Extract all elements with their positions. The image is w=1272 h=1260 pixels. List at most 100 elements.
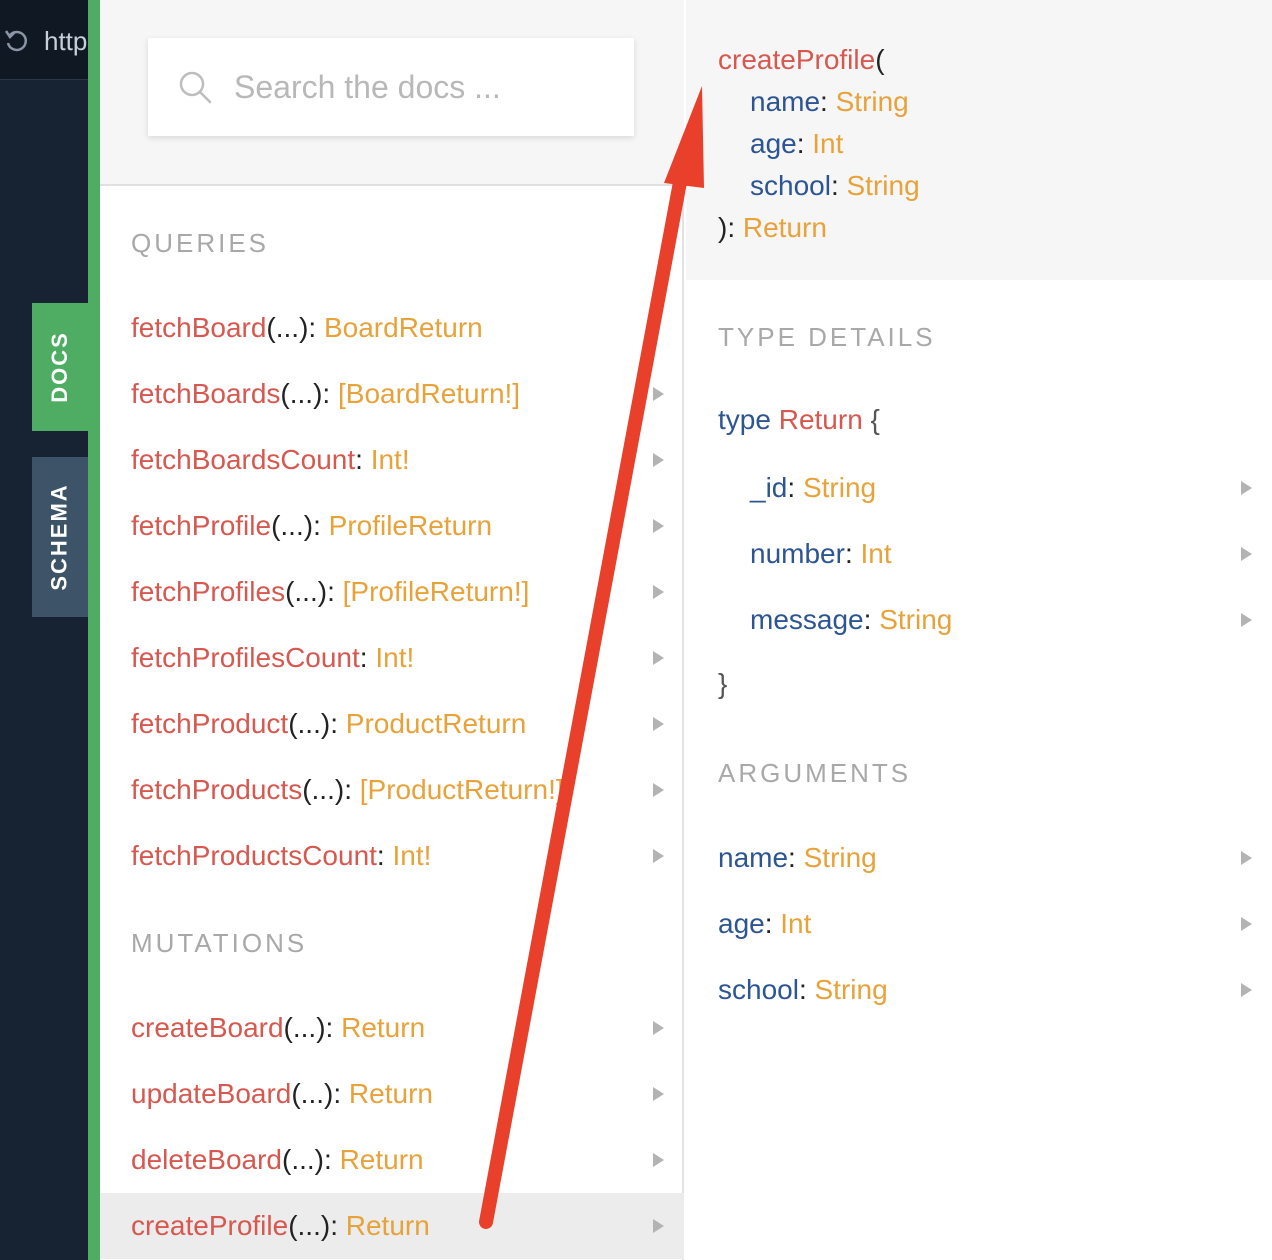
argument-row[interactable]: age: Int bbox=[686, 891, 1272, 957]
type-field-row[interactable]: message: String bbox=[686, 587, 1272, 653]
argument-type[interactable]: Int bbox=[780, 908, 811, 940]
field-name[interactable]: fetchProfiles bbox=[131, 576, 285, 608]
field-name[interactable]: updateBoard bbox=[131, 1078, 291, 1110]
field-separator: : bbox=[324, 1144, 340, 1175]
chevron-right-icon bbox=[1241, 547, 1252, 561]
mutation-row[interactable]: createProfile (...): Return bbox=[100, 1193, 684, 1259]
chevron-right-icon bbox=[653, 1153, 664, 1167]
field-separator: : bbox=[330, 708, 346, 739]
type-field-separator: : bbox=[787, 472, 803, 503]
tab-docs-label: DOCS bbox=[47, 331, 72, 403]
argument-row[interactable]: name: String bbox=[686, 825, 1272, 891]
query-row[interactable]: fetchProfilesCount: Int! bbox=[100, 625, 684, 691]
signature-arg-type[interactable]: String bbox=[847, 170, 920, 201]
query-row[interactable]: fetchBoard (...): BoardReturn bbox=[100, 295, 684, 361]
field-return-type[interactable]: Int! bbox=[375, 642, 414, 674]
field-name[interactable]: fetchBoard bbox=[131, 312, 266, 344]
field-return-type[interactable]: BoardReturn bbox=[324, 312, 483, 344]
type-field-row[interactable]: _id: String bbox=[686, 455, 1272, 521]
argument-separator: : bbox=[798, 974, 815, 1005]
mutation-row[interactable]: updateBoard (...): Return bbox=[100, 1061, 684, 1127]
field-args: (...) bbox=[271, 510, 314, 541]
field-return-type[interactable]: ProfileReturn bbox=[329, 510, 492, 542]
field-name[interactable]: createProfile bbox=[131, 1210, 288, 1242]
arguments-title: ARGUMENTS bbox=[718, 758, 912, 788]
type-field-row[interactable]: number: Int bbox=[686, 521, 1272, 587]
search-input[interactable] bbox=[234, 66, 614, 108]
signature-arg-separator: : bbox=[830, 170, 847, 201]
type-field-name: message bbox=[750, 604, 864, 635]
field-return-type[interactable]: Return bbox=[346, 1210, 430, 1242]
doc-detail-panel: createProfile( name: String age: Int schoo… bbox=[686, 0, 1272, 1260]
mutation-row[interactable]: createBoard (...): Return bbox=[100, 995, 684, 1061]
chevron-right-icon bbox=[1241, 983, 1252, 997]
signature-arg-separator: : bbox=[820, 86, 836, 117]
field-return-type[interactable]: Return bbox=[341, 1012, 425, 1044]
type-field-name: _id bbox=[750, 472, 788, 503]
argument-name: school bbox=[718, 974, 799, 1005]
type-field-type[interactable]: Int bbox=[861, 538, 892, 570]
field-name[interactable]: fetchProductsCount bbox=[131, 840, 377, 872]
query-row[interactable]: fetchProfile (...): ProfileReturn bbox=[100, 493, 684, 559]
field-name[interactable]: fetchBoards bbox=[131, 378, 280, 410]
signature-arg-type[interactable]: String bbox=[836, 86, 909, 117]
field-separator: : bbox=[355, 444, 371, 475]
signature-arg-type[interactable]: Int bbox=[812, 128, 843, 159]
search-icon bbox=[179, 71, 212, 104]
mutation-row[interactable]: deleteBoard (...): Return bbox=[100, 1127, 684, 1193]
field-return-type[interactable]: [ProfileReturn!] bbox=[343, 576, 530, 608]
mutations-title: MUTATIONS bbox=[131, 928, 308, 958]
query-row[interactable]: fetchProfiles (...): [ProfileReturn!] bbox=[100, 559, 684, 625]
field-return-type[interactable]: [ProductReturn!] bbox=[360, 774, 564, 806]
signature-return-type[interactable]: Return bbox=[743, 212, 827, 243]
query-row[interactable]: fetchProduct (...): ProductReturn bbox=[100, 691, 684, 757]
field-name[interactable]: fetchProducts bbox=[131, 774, 302, 806]
field-args: (...) bbox=[280, 378, 323, 409]
chevron-right-icon bbox=[653, 783, 664, 797]
field-name[interactable]: fetchProfilesCount bbox=[131, 642, 360, 674]
search-box[interactable] bbox=[148, 38, 634, 136]
field-name[interactable]: fetchProduct bbox=[131, 708, 288, 740]
argument-type[interactable]: String bbox=[804, 842, 877, 874]
field-name[interactable]: createBoard bbox=[131, 1012, 284, 1044]
signature-footer: ): Return bbox=[718, 212, 827, 244]
type-close-brace: } bbox=[718, 668, 728, 699]
field-args: (...) bbox=[288, 1210, 331, 1241]
field-args: (...) bbox=[285, 576, 328, 607]
field-return-type[interactable]: Return bbox=[349, 1078, 433, 1110]
argument-type[interactable]: String bbox=[815, 974, 888, 1006]
field-return-type[interactable]: ProductReturn bbox=[346, 708, 527, 740]
field-return-type[interactable]: Int! bbox=[371, 444, 410, 476]
field-name[interactable]: fetchProfile bbox=[131, 510, 271, 542]
field-separator: : bbox=[359, 642, 376, 673]
query-row[interactable]: fetchBoardsCount: Int! bbox=[100, 427, 684, 493]
field-return-type[interactable]: Int! bbox=[392, 840, 431, 872]
tab-docs[interactable]: DOCS bbox=[32, 303, 88, 431]
field-args: (...) bbox=[302, 774, 345, 805]
queries-title: QUERIES bbox=[131, 228, 270, 258]
chevron-right-icon bbox=[653, 453, 664, 467]
reload-icon[interactable] bbox=[2, 26, 32, 56]
field-separator: : bbox=[333, 1078, 349, 1109]
field-return-type[interactable]: Return bbox=[340, 1144, 424, 1176]
field-separator: : bbox=[344, 774, 360, 805]
query-row[interactable]: fetchProducts (...): [ProductReturn!] bbox=[100, 757, 684, 823]
tab-schema[interactable]: SCHEMA bbox=[32, 457, 88, 617]
query-row[interactable]: fetchProductsCount: Int! bbox=[100, 823, 684, 889]
type-field-separator: : bbox=[863, 604, 880, 635]
chevron-right-icon bbox=[1241, 481, 1252, 495]
field-name[interactable]: deleteBoard bbox=[131, 1144, 282, 1176]
field-return-type[interactable]: [BoardReturn!] bbox=[338, 378, 520, 410]
chevron-right-icon bbox=[653, 849, 664, 863]
query-row[interactable]: fetchBoards (...): [BoardReturn!] bbox=[100, 361, 684, 427]
signature-open-paren: ( bbox=[875, 44, 885, 75]
signature-arg: name: String bbox=[750, 86, 909, 118]
field-separator: : bbox=[330, 1210, 346, 1241]
argument-row[interactable]: school: String bbox=[686, 957, 1272, 1023]
field-args: (...) bbox=[282, 1144, 325, 1175]
url-text[interactable]: http bbox=[44, 26, 88, 57]
type-field-type[interactable]: String bbox=[803, 472, 876, 504]
docs-active-bar bbox=[88, 0, 100, 1260]
field-name[interactable]: fetchBoardsCount bbox=[131, 444, 355, 476]
type-field-type[interactable]: String bbox=[879, 604, 952, 636]
